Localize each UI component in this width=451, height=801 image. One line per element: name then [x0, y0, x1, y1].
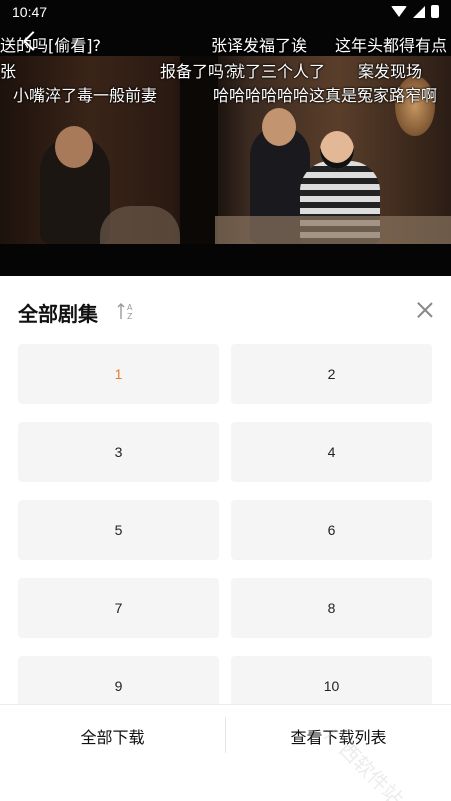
episode-button-5[interactable]: 5	[18, 500, 219, 560]
episode-button-10[interactable]: 10	[231, 656, 432, 704]
status-bar: 10:47	[0, 0, 451, 26]
danmaku-comment: 报备了吗？	[160, 62, 241, 81]
episode-button-2[interactable]: 2	[231, 344, 432, 404]
svg-text:A: A	[127, 303, 133, 312]
episode-button-9[interactable]: 9	[18, 656, 219, 704]
danmaku-comment: 这年头都得有点	[335, 36, 448, 55]
danmaku-comment: 哈哈哈哈哈哈这真是冤家路窄啊	[213, 86, 438, 105]
battery-icon	[431, 5, 439, 18]
episode-grid: 1 2 3 4 5 6 7 8 9 10	[18, 344, 432, 704]
episode-button-7[interactable]: 7	[18, 578, 219, 638]
episode-button-6[interactable]: 6	[231, 500, 432, 560]
video-player[interactable]: 送的吗[偷看]? 张译发福了诶 这年头都得有点 张 报备了吗？ 就了三个人了 案…	[0, 0, 451, 276]
danmaku-comment: 张译发福了诶	[211, 36, 308, 55]
signal-icon	[413, 5, 425, 18]
danmaku-comment: 张	[0, 62, 17, 81]
bottom-action-bar: 全部下载 查看下载列表	[0, 704, 451, 766]
close-icon[interactable]	[416, 301, 434, 319]
wifi-icon	[391, 6, 407, 17]
status-time: 10:47	[12, 4, 48, 20]
episode-button-8[interactable]: 8	[231, 578, 432, 638]
episode-panel: 全部剧集 A Z 1 2 3 4 5 6 7 8 9 10	[0, 276, 451, 704]
download-all-button[interactable]: 全部下载	[0, 705, 225, 767]
sort-az-icon[interactable]: A Z	[116, 301, 136, 321]
danmaku-comment: 就了三个人了	[229, 62, 326, 81]
panel-title: 全部剧集	[18, 302, 98, 326]
danmaku-comment: 案发现场	[358, 62, 423, 81]
danmaku-comment: 小嘴淬了毒一般前妻	[13, 86, 158, 105]
svg-text:Z: Z	[127, 312, 133, 321]
episode-button-1[interactable]: 1	[18, 344, 219, 404]
danmaku-comment: 送的吗[偷看]?	[0, 36, 101, 55]
episode-button-4[interactable]: 4	[231, 422, 432, 482]
episode-button-3[interactable]: 3	[18, 422, 219, 482]
